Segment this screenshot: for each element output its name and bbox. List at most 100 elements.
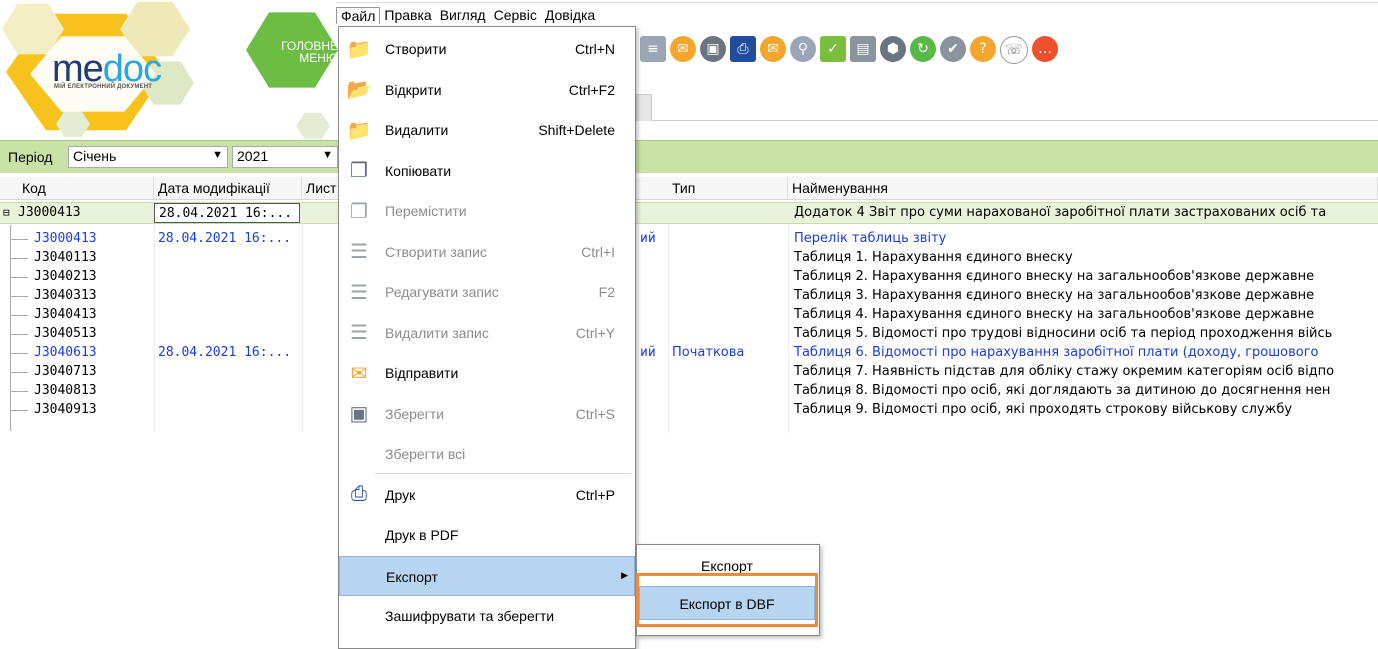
file-menu-item[interactable]: 📁СтворитиCtrl+N: [339, 29, 635, 69]
record-delete-icon: ☰: [345, 319, 373, 347]
period-bar: Період Січень ▼ 2021 ▼: [0, 140, 1378, 173]
cell-name: Таблиця 3. Нарахування єдиного внеску на…: [790, 286, 1378, 306]
cell-author: ий: [636, 343, 668, 363]
table-row[interactable]: J304061328.04.2021 16:...ийПочатковаТабл…: [0, 343, 1378, 363]
file-menu-item[interactable]: Зберегти всі: [339, 434, 635, 474]
help-icon[interactable]: ?: [970, 36, 996, 62]
file-menu-item[interactable]: ❐Копіювати: [339, 151, 635, 191]
file-menu-item[interactable]: Імпорт▶: [339, 637, 635, 649]
file-menu-item-shortcut: Ctrl+P: [576, 487, 615, 503]
menu-edit[interactable]: Правка: [380, 7, 435, 23]
menu-service[interactable]: Сервіс: [490, 7, 541, 23]
column-header-name[interactable]: Найменування: [788, 177, 1378, 199]
send-icon[interactable]: ✉: [670, 36, 696, 62]
tab-edge[interactable]: [636, 94, 652, 121]
checklist-icon[interactable]: ✓: [820, 36, 846, 62]
file-menu-item[interactable]: ☰Видалити записCtrl+Y: [339, 313, 635, 353]
file-menu-item-label: Копіювати: [385, 163, 451, 179]
move-icon: ❐: [345, 197, 373, 225]
cell-type: [668, 324, 788, 344]
file-menu-item[interactable]: ☰Редагувати записF2: [339, 272, 635, 312]
file-menu-item[interactable]: ▣ЗберегтиCtrl+S: [339, 394, 635, 434]
record-delete-icon[interactable]: ≡: [640, 36, 666, 62]
cell-name: Таблиця 8. Відомості про осіб, які догля…: [790, 381, 1378, 401]
column-header-sheet[interactable]: Лист: [302, 177, 342, 199]
file-menu-item-label: Відправити: [385, 365, 458, 381]
cell-date: 28.04.2021 16:...: [154, 343, 302, 363]
table-row[interactable]: J3040113Таблиця 1. Нарахування єдиного в…: [0, 248, 1378, 268]
receive-icon[interactable]: ✉: [760, 36, 786, 62]
main-menu-line2: МЕНЮ: [258, 52, 338, 64]
submenu-export[interactable]: Експорт: [639, 549, 815, 583]
column-header-date[interactable]: Дата модифікації: [154, 177, 302, 199]
cell-author: [636, 267, 668, 287]
cell-date: [154, 362, 302, 382]
table-row[interactable]: J3040813Таблиця 8. Відомості про осіб, я…: [0, 381, 1378, 401]
cell-type: [668, 229, 788, 249]
verify-icon[interactable]: ✔: [940, 36, 966, 62]
cell-code: J3040913: [30, 400, 154, 420]
file-menu-item-label: Експорт: [386, 569, 438, 585]
tree-connector: [10, 315, 28, 316]
file-menu-item-label: Друк в PDF: [385, 527, 458, 543]
file-menu-item[interactable]: Зашифрувати та зберегти: [339, 596, 635, 636]
shield-icon[interactable]: ⬢: [880, 36, 906, 62]
cell-author: [636, 400, 668, 420]
file-menu-item-shortcut: Ctrl+I: [581, 244, 615, 260]
table-row[interactable]: J3040313 Таблиця 3. Нарахування єдиного в…: [0, 286, 1378, 306]
refresh-icon[interactable]: ↻: [910, 36, 936, 62]
menu-file[interactable]: Файл: [336, 7, 380, 24]
period-month-select[interactable]: Січень ▼: [68, 146, 228, 168]
file-menu-item[interactable]: Друк в PDF: [339, 515, 635, 555]
cell-code: J3040713: [30, 362, 154, 382]
file-menu-item[interactable]: 📁ВидалитиShift+Delete: [339, 110, 635, 150]
table-row[interactable]: J300041328.04.2021 16:...ийПерелік табли…: [0, 229, 1378, 249]
messages-icon[interactable]: …: [1032, 36, 1058, 62]
cell-code: J3040213: [30, 267, 154, 287]
save-icon[interactable]: ▣: [700, 36, 726, 62]
file-menu-item-label: Зберегти всі: [385, 446, 465, 462]
table-row-group[interactable]: ⊟ J3000413 28.04.2021 16:... Додаток 4 З…: [0, 202, 1378, 224]
file-menu-item-shortcut: Ctrl+N: [575, 41, 615, 57]
cell-type: [668, 286, 788, 306]
column-header-type[interactable]: Тип: [668, 177, 788, 199]
table-row[interactable]: J3040713 Таблиця 7. Наявність підстав для…: [0, 362, 1378, 382]
cell-date: [154, 267, 302, 287]
cell-name: Таблиця 7. Наявність підстав для обліку …: [790, 362, 1378, 382]
main-menu-label: ГОЛОВНЕ МЕНЮ: [258, 40, 338, 64]
cell-date[interactable]: 28.04.2021 16:...: [154, 203, 300, 223]
file-menu-item[interactable]: ❐Перемістити: [339, 191, 635, 231]
period-year-select[interactable]: 2021 ▼: [232, 146, 338, 168]
menu-view[interactable]: Вигляд: [436, 7, 490, 23]
cell-name: Таблиця 6. Відомості про нарахування зар…: [790, 343, 1378, 363]
search-icon[interactable]: ⚲: [790, 36, 816, 62]
file-menu-item[interactable]: ✉Відправити: [339, 353, 635, 393]
table-row[interactable]: J3040213Таблиця 2. Нарахування єдиного в…: [0, 267, 1378, 287]
table-row[interactable]: J3040513Таблиця 5. Відомості про трудові…: [0, 324, 1378, 344]
table-row[interactable]: J3040913Таблиця 9. Відомості про осіб, я…: [0, 400, 1378, 420]
table-row[interactable]: J3040413Таблиця 4. Нарахування єдиного в…: [0, 305, 1378, 325]
menubar-top-border: [336, 2, 1378, 3]
submenu-export-dbf[interactable]: Експорт в DBF: [639, 586, 815, 620]
file-menu-item[interactable]: ⎙ДрукCtrl+P: [339, 475, 635, 515]
file-menu-item-shortcut: Ctrl+F2: [569, 82, 615, 98]
cell-name: Таблиця 5. Відомості про трудові відноси…: [790, 324, 1378, 344]
cell-code: J3040113: [30, 248, 154, 268]
period-month-value: Січень: [73, 148, 116, 164]
cell-type: [668, 362, 788, 382]
medoc-logo[interactable]: medoc: [52, 50, 161, 88]
menu-help[interactable]: Довідка: [541, 7, 599, 23]
cell-type: [668, 267, 788, 287]
file-menu-item[interactable]: ☰Створити записCtrl+I: [339, 232, 635, 272]
file-menu-item[interactable]: 📂ВідкритиCtrl+F2: [339, 70, 635, 110]
column-header-code[interactable]: Код: [18, 177, 154, 199]
chevron-down-icon: ▼: [322, 149, 333, 161]
logo-tagline: МІЙ ЕЛЕКТРОННИЙ ДОКУМЕНТ: [54, 84, 152, 90]
documents-icon[interactable]: ▤: [850, 36, 876, 62]
printer-icon[interactable]: ⎙: [730, 36, 756, 62]
chat-icon[interactable]: ☏: [1000, 36, 1028, 64]
cell-code: J3040313: [30, 286, 154, 306]
file-menu-item[interactable]: Експорт▶: [339, 556, 635, 596]
tree-connector: [10, 353, 28, 354]
cell-name: Перелік таблиць звіту: [790, 229, 1378, 249]
